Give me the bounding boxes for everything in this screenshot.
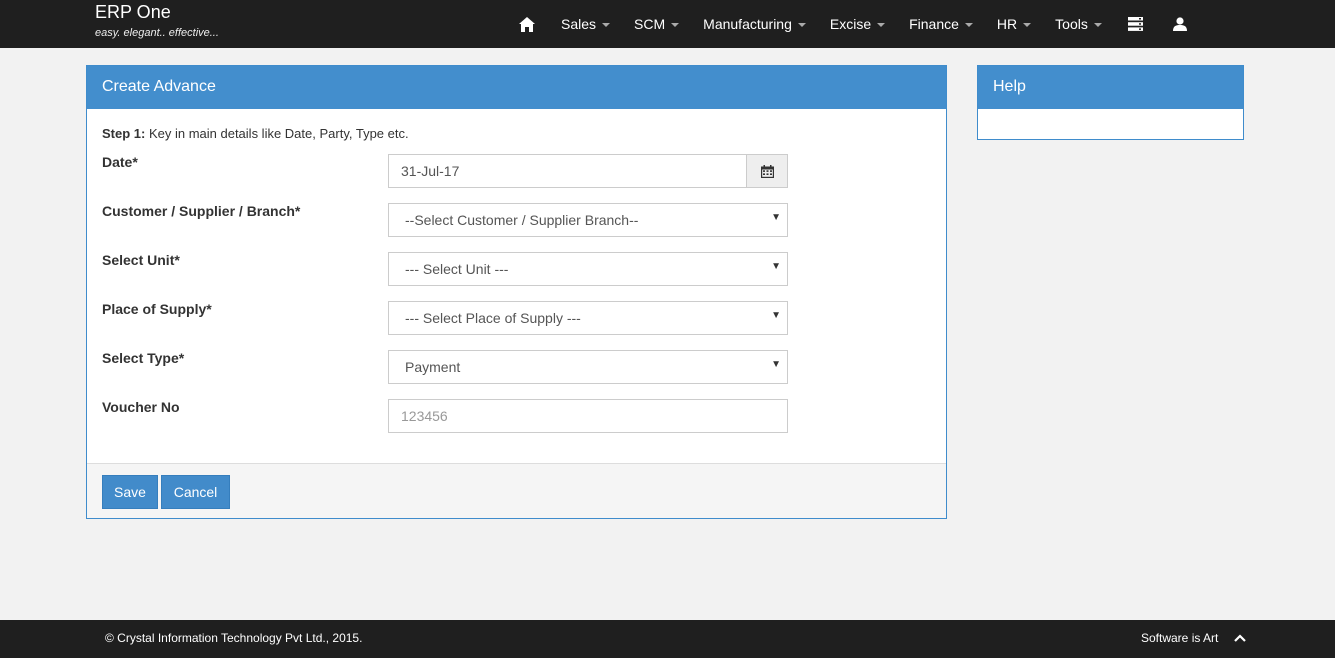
customer-label: Customer / Supplier / Branch* <box>102 203 301 219</box>
nav-item-label: SCM <box>634 16 666 32</box>
date-input[interactable]: 31-Jul-17 <box>388 154 747 188</box>
customer-row: Customer / Supplier / Branch* --Select C… <box>102 203 792 237</box>
motto-text: Software is Art <box>1141 631 1219 645</box>
nav-item-label: Manufacturing <box>703 16 792 32</box>
nav-item-finance[interactable]: Finance <box>897 0 985 48</box>
type-label: Select Type* <box>102 350 185 366</box>
panel-title: Create Advance <box>87 66 946 109</box>
main-nav: Sales SCM Manufacturing Excise Finance H… <box>505 0 1202 48</box>
home-icon[interactable] <box>515 0 539 48</box>
voucher-input[interactable]: 123456 <box>388 399 788 433</box>
step-label: Step 1: <box>102 126 146 141</box>
nav-item-label: Tools <box>1055 16 1088 32</box>
unit-row: Select Unit* --- Select Unit --- ▼ <box>102 252 792 286</box>
copyright-text: © Crystal Information Technology Pvt Ltd… <box>105 631 363 645</box>
unit-select[interactable]: --- Select Unit --- ▼ <box>388 252 788 286</box>
cancel-button[interactable]: Cancel <box>161 475 230 509</box>
place-select-value: --- Select Place of Supply --- <box>405 310 581 326</box>
nav-item-tools[interactable]: Tools <box>1043 0 1114 48</box>
caret-down-icon <box>1093 23 1102 27</box>
place-select[interactable]: --- Select Place of Supply --- ▼ <box>388 301 788 335</box>
step-instructions: Step 1: Key in main details like Date, P… <box>102 126 409 141</box>
type-row: Select Type* Payment ▼ <box>102 350 792 384</box>
nav-item-label: HR <box>996 16 1018 32</box>
page-footer: © Crystal Information Technology Pvt Ltd… <box>0 620 1335 658</box>
voucher-row: Voucher No 123456 <box>102 399 792 433</box>
customer-select[interactable]: --Select Customer / Supplier Branch-- ▼ <box>388 203 788 237</box>
caret-down-icon <box>602 23 611 27</box>
panel-footer: Save Cancel <box>87 463 946 518</box>
caret-down-icon <box>964 23 973 27</box>
caret-down-icon <box>797 23 806 27</box>
nav-item-manufacturing[interactable]: Manufacturing <box>691 0 818 48</box>
nav-item-excise[interactable]: Excise <box>818 0 897 48</box>
calendar-button[interactable] <box>746 154 788 188</box>
nav-item-hr[interactable]: HR <box>985 0 1043 48</box>
unit-label: Select Unit* <box>102 252 180 268</box>
chevron-up-icon[interactable] <box>1232 630 1248 646</box>
type-select-value: Payment <box>405 359 461 375</box>
user-icon[interactable] <box>1168 0 1192 48</box>
caret-down-icon <box>671 23 680 27</box>
date-label: Date* <box>102 154 138 170</box>
type-select[interactable]: Payment ▼ <box>388 350 788 384</box>
nav-item-label: Finance <box>909 16 959 32</box>
place-label: Place of Supply* <box>102 301 212 317</box>
nav-item-scm[interactable]: SCM <box>622 0 691 48</box>
dropdown-arrow-icon: ▼ <box>771 212 781 223</box>
nav-item-label: Excise <box>829 16 872 32</box>
save-button[interactable]: Save <box>102 475 158 509</box>
server-icon[interactable] <box>1124 0 1148 48</box>
caret-down-icon <box>877 23 886 27</box>
unit-select-value: --- Select Unit --- <box>405 261 509 277</box>
nav-item-sales[interactable]: Sales <box>549 0 622 48</box>
app-tagline: easy. elegant.. effective... <box>95 27 219 39</box>
nav-item-label: Sales <box>561 16 597 32</box>
dropdown-arrow-icon: ▼ <box>771 359 781 370</box>
dropdown-arrow-icon: ▼ <box>771 261 781 272</box>
date-row: Date* 31-Jul-17 <box>102 154 792 188</box>
app-name: ERP One <box>95 2 171 22</box>
dropdown-arrow-icon: ▼ <box>771 310 781 321</box>
top-navbar: ERP One easy. elegant.. effective... Sal… <box>0 0 1335 48</box>
help-panel: Help <box>977 65 1244 140</box>
brand[interactable]: ERP One easy. elegant.. effective... <box>95 2 219 39</box>
place-row: Place of Supply* --- Select Place of Sup… <box>102 301 792 335</box>
customer-select-value: --Select Customer / Supplier Branch-- <box>405 212 639 228</box>
calendar-icon <box>760 164 774 178</box>
voucher-label: Voucher No <box>102 399 180 415</box>
voucher-placeholder: 123456 <box>401 408 448 424</box>
caret-down-icon <box>1023 23 1032 27</box>
create-advance-panel: Create Advance Step 1: Key in main detai… <box>86 65 947 519</box>
help-title: Help <box>978 66 1243 109</box>
step-text: Key in main details like Date, Party, Ty… <box>145 126 409 141</box>
